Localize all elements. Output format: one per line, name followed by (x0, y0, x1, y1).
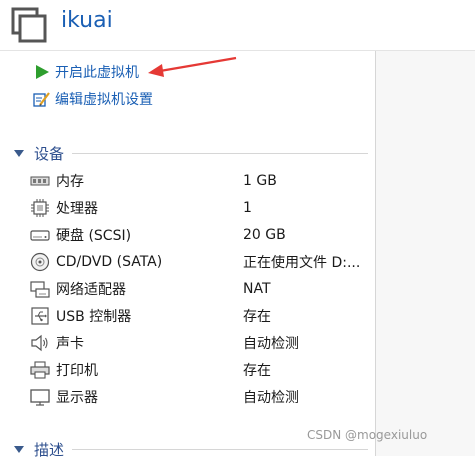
edit-settings-action[interactable]: 编辑虚拟机设置 (33, 89, 153, 109)
collapse-triangle-icon (14, 446, 24, 453)
hard-disk-icon (30, 230, 50, 241)
device-name: 处理器 (56, 201, 98, 217)
device-row-display[interactable]: 显示器 自动检测 (30, 384, 372, 410)
device-name: 显示器 (56, 390, 98, 406)
device-row-printer[interactable]: 打印机 存在 (30, 357, 372, 383)
device-name: 硬盘 (SCSI) (56, 228, 132, 244)
watermark: CSDN @mogexiuluo (307, 428, 428, 442)
devices-section-header[interactable]: 设备 (12, 142, 64, 164)
device-row-network-adapter[interactable]: 网络适配器 NAT (30, 276, 372, 302)
description-section-header[interactable]: 描述 (12, 438, 64, 460)
edit-settings-label[interactable]: 编辑虚拟机设置 (55, 89, 153, 109)
annotation-arrow-icon (148, 56, 237, 77)
play-icon (36, 65, 49, 79)
device-name: 打印机 (56, 363, 98, 379)
processor-icon (31, 199, 49, 217)
device-row-hard-disk[interactable]: 硬盘 (SCSI) 20 GB (30, 222, 372, 248)
device-name: CD/DVD (SATA) (56, 254, 163, 270)
description-section-divider (72, 449, 368, 450)
device-row-memory[interactable]: 内存 1 GB (30, 168, 372, 194)
device-row-cd-dvd[interactable]: CD/DVD (SATA) 正在使用文件 D:... (30, 249, 372, 275)
vm-header: ikuai (0, 0, 475, 50)
device-value: 存在 (243, 309, 271, 325)
collapse-triangle-icon (14, 150, 24, 157)
device-name: 内存 (56, 174, 84, 190)
vm-window-icon (11, 7, 47, 43)
device-row-sound-card[interactable]: 声卡 自动检测 (30, 330, 372, 356)
device-value: 1 GB (243, 173, 277, 189)
display-icon (30, 389, 50, 406)
network-adapter-icon (30, 281, 50, 298)
device-value: NAT (243, 281, 271, 297)
vm-title: ikuai (61, 8, 113, 33)
device-value: 20 GB (243, 227, 286, 243)
cd-dvd-icon (30, 252, 50, 272)
power-on-label[interactable]: 开启此虚拟机 (55, 62, 139, 82)
device-name: 网络适配器 (56, 282, 126, 298)
device-row-usb[interactable]: USB 控制器 存在 (30, 303, 372, 329)
devices-section-title: 设备 (34, 144, 65, 163)
device-value: 自动检测 (243, 336, 299, 352)
device-value: 1 (243, 200, 252, 216)
device-value: 存在 (243, 363, 271, 379)
device-row-processor[interactable]: 处理器 1 (30, 195, 372, 221)
memory-icon (30, 176, 50, 186)
usb-icon (31, 307, 49, 325)
power-on-action[interactable]: 开启此虚拟机 (33, 62, 139, 82)
device-value: 自动检测 (243, 390, 299, 406)
device-name: 声卡 (56, 336, 84, 352)
devices-section-divider (72, 153, 368, 154)
device-value: 正在使用文件 D:... (243, 255, 361, 271)
device-name: USB 控制器 (56, 309, 132, 325)
description-section-title: 描述 (34, 440, 65, 459)
sound-card-icon (31, 334, 48, 352)
vm-preview-pane (375, 51, 475, 456)
printer-icon (30, 361, 50, 379)
edit-settings-icon (33, 92, 50, 107)
